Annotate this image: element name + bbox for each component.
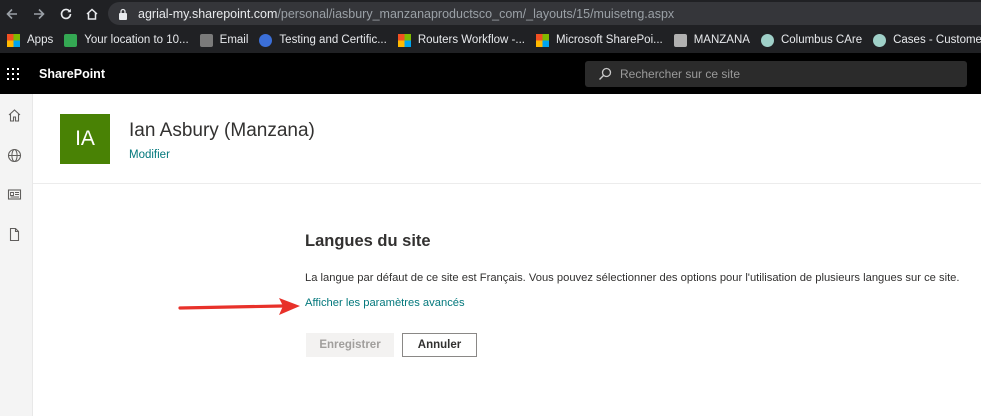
search-icon xyxy=(598,67,612,81)
bookmark-label: Cases - Customer S... xyxy=(893,34,981,46)
bookmark-label: Your location to 10... xyxy=(84,34,189,46)
site-avatar: IA xyxy=(60,114,110,164)
home-icon[interactable] xyxy=(81,3,103,25)
sharepoint-brand[interactable]: SharePoint xyxy=(39,67,105,81)
globe-icon xyxy=(259,33,273,47)
forward-icon[interactable] xyxy=(28,3,50,25)
bookmarks-bar: Apps Your location to 10... Email Testing a… xyxy=(0,27,981,53)
news-icon[interactable] xyxy=(6,186,22,202)
bookmark-item[interactable]: Columbus CAre xyxy=(760,33,863,47)
bookmark-item[interactable]: Microsoft SharePoi... xyxy=(535,33,663,47)
microsoft-logo-icon xyxy=(535,33,549,47)
edit-link[interactable]: Modifier xyxy=(129,149,170,161)
manzana-logo-icon xyxy=(673,33,687,47)
suite-bar: SharePoint Rechercher sur ce site xyxy=(0,53,981,94)
annotation-arrow-icon xyxy=(178,298,300,315)
document-icon[interactable] xyxy=(6,226,22,242)
bookmark-label: MANZANA xyxy=(693,34,750,46)
microsoft-logo-icon xyxy=(397,33,411,47)
bookmark-item[interactable]: Email xyxy=(199,33,249,47)
bookmark-item[interactable]: Cases - Customer S... xyxy=(873,33,981,47)
site-header: IA Ian Asbury (Manzana) Modifier xyxy=(33,94,981,184)
bookmark-item[interactable]: Apps xyxy=(7,33,54,47)
search-placeholder: Rechercher sur ce site xyxy=(620,67,741,81)
site-title: Ian Asbury (Manzana) xyxy=(129,120,315,141)
left-app-bar xyxy=(0,94,33,416)
apps-grid-icon xyxy=(7,33,20,47)
email-icon xyxy=(199,33,213,47)
bookmark-label: Email xyxy=(219,34,249,46)
bookmark-item[interactable]: Testing and Certific... xyxy=(259,33,387,47)
globe-icon[interactable] xyxy=(6,147,22,163)
bookmark-label: Apps xyxy=(27,34,54,46)
bookmark-item[interactable]: MANZANA xyxy=(673,33,750,47)
address-bar[interactable]: agrial-my.sharepoint.com/personal/iasbur… xyxy=(108,2,981,25)
bookmark-label: Routers Workflow -... xyxy=(417,34,525,46)
description-text: La langue par défaut de ce site est Fran… xyxy=(305,272,960,284)
app-launcher-icon[interactable] xyxy=(7,68,19,80)
advanced-settings-link[interactable]: Afficher les paramètres avancés xyxy=(305,297,465,309)
browser-toolbar: agrial-my.sharepoint.com/personal/iasbur… xyxy=(0,0,981,27)
bookmark-item[interactable]: Routers Workflow -... xyxy=(397,33,525,47)
back-icon[interactable] xyxy=(1,3,23,25)
home-icon[interactable] xyxy=(6,107,22,123)
bookmark-label: Microsoft SharePoi... xyxy=(555,34,663,46)
bookmark-label: Columbus CAre xyxy=(780,34,863,46)
save-button[interactable]: Enregistrer xyxy=(306,333,394,357)
bookmark-item[interactable]: Your location to 10... xyxy=(64,33,189,47)
columbus-icon xyxy=(760,33,774,47)
bookmark-label: Testing and Certific... xyxy=(279,34,387,46)
lock-icon xyxy=(118,7,129,20)
url-text: agrial-my.sharepoint.com/personal/iasbur… xyxy=(138,6,675,21)
site-search-box[interactable]: Rechercher sur ce site xyxy=(585,61,967,87)
page-title: Langues du site xyxy=(305,232,431,250)
maps-pin-icon xyxy=(64,33,78,47)
reload-icon[interactable] xyxy=(55,3,77,25)
columbus-icon xyxy=(873,33,887,47)
cancel-button[interactable]: Annuler xyxy=(402,333,477,357)
